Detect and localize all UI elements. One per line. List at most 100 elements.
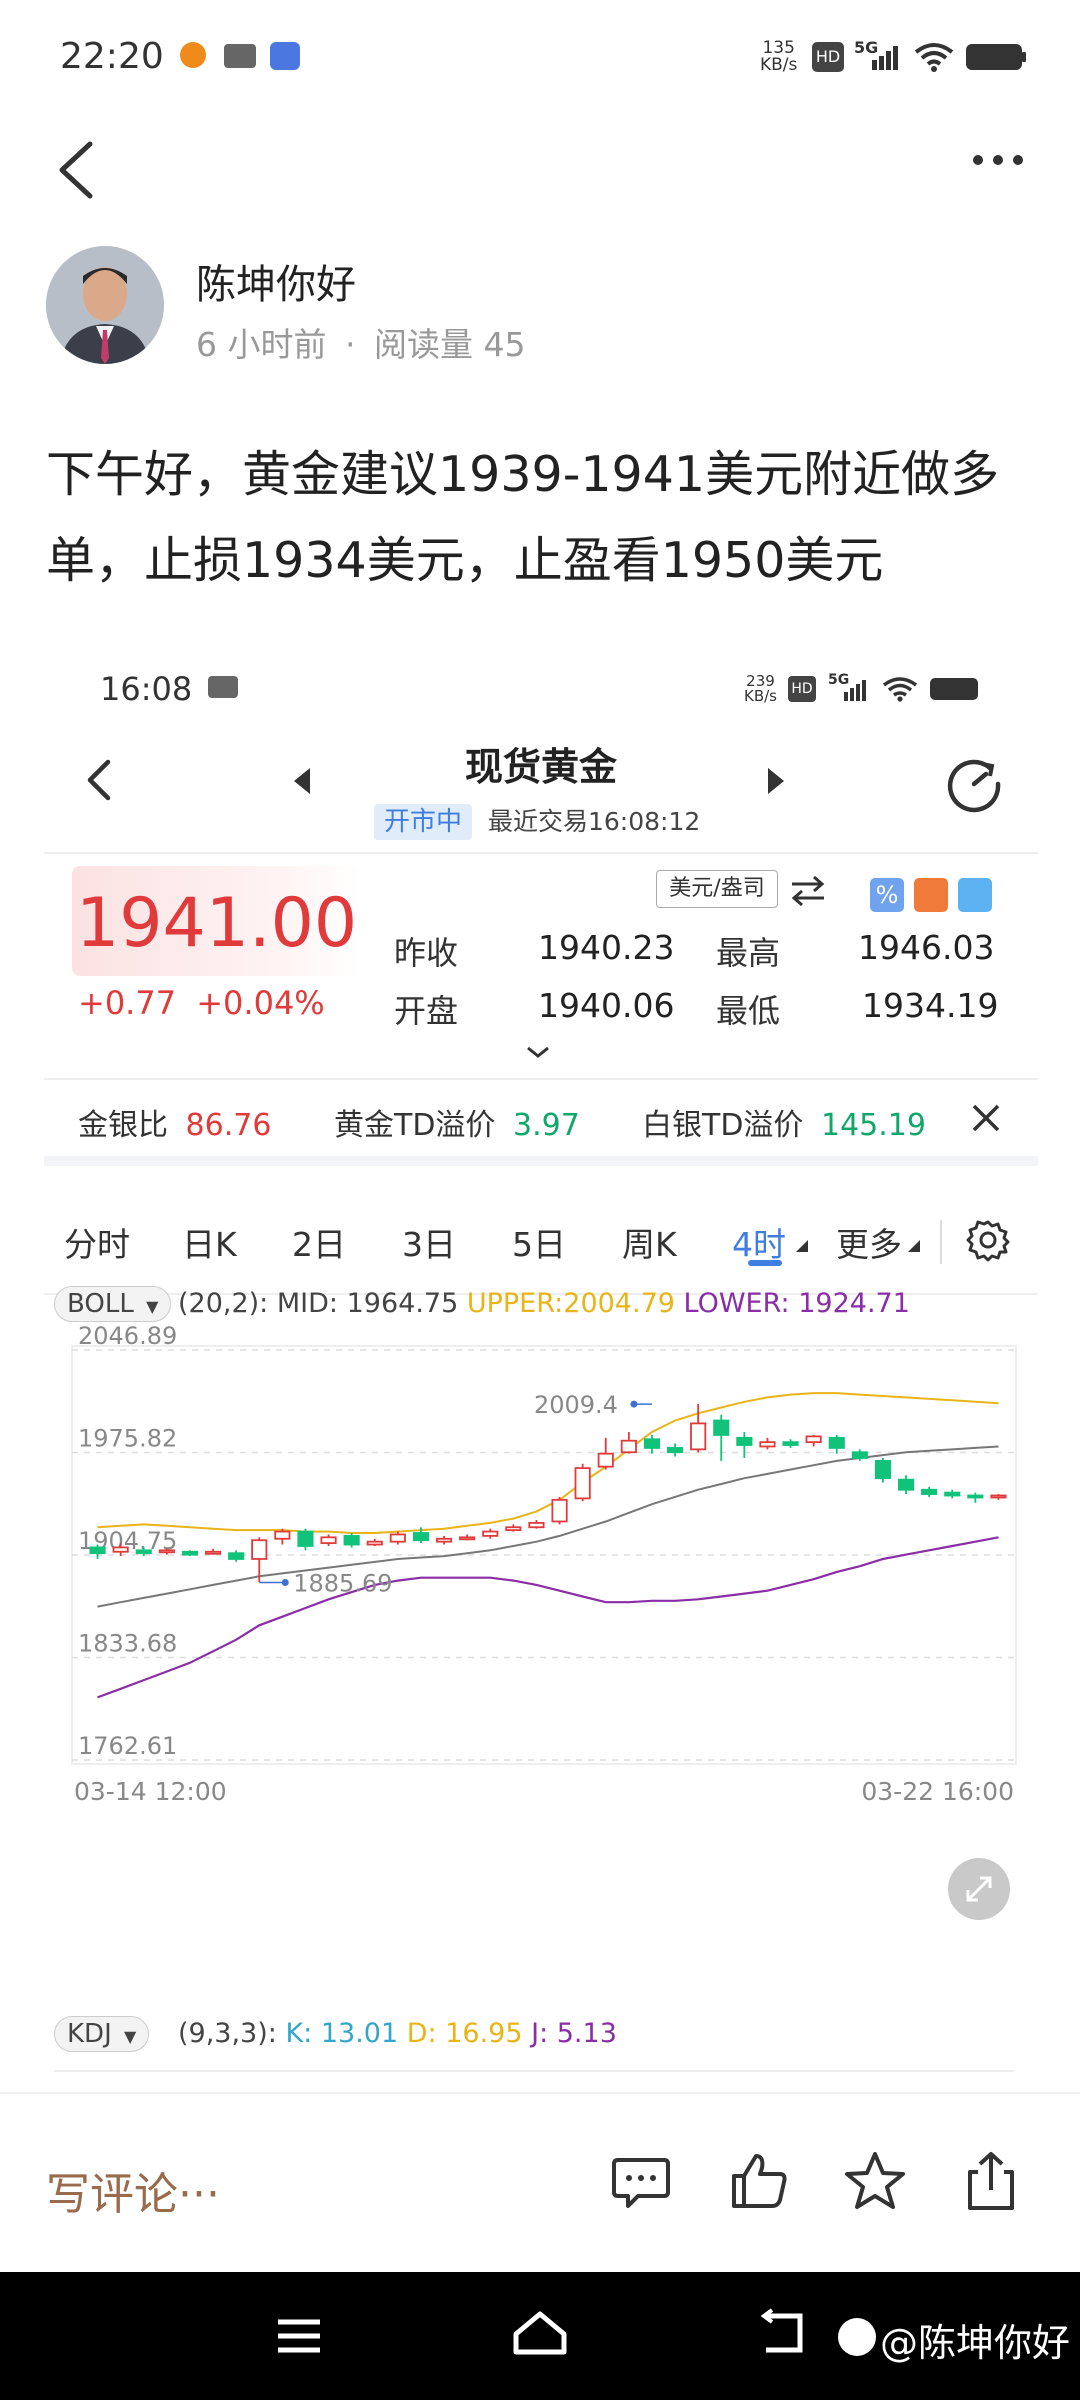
fullscreen-button[interactable] [948, 1858, 1010, 1920]
tab-4hour[interactable]: 4时 [732, 1218, 786, 1266]
candle-body [713, 1419, 730, 1436]
expand-stats-button[interactable] [524, 1044, 552, 1064]
boll-lower-line [97, 1536, 999, 1699]
candle-body [990, 1494, 1007, 1499]
close-icon [972, 1104, 1000, 1132]
candle-body [944, 1491, 961, 1497]
candle-body [135, 1549, 152, 1555]
swap-arrows-icon [791, 875, 825, 907]
refresh-button[interactable] [944, 754, 1004, 818]
close-premium-bar-button[interactable] [970, 1102, 1002, 1138]
post-time: 6 小时前 [196, 325, 327, 364]
tab-3day[interactable]: 3日 [402, 1218, 456, 1266]
candle-body [528, 1522, 545, 1529]
more-dot-icon [1013, 155, 1023, 165]
prev-close-label: 昨收 [394, 934, 459, 972]
tab-4hour-caret-icon [796, 1240, 808, 1252]
unit-toggle-button[interactable]: 美元/盎司 [656, 870, 778, 908]
chart-settings-button[interactable] [966, 1218, 1010, 1266]
silver-td-value: 145.19 [820, 1108, 926, 1143]
candle-body [643, 1438, 661, 1449]
instrument-title: 现货黄金 [464, 745, 617, 789]
wifi-icon [914, 42, 954, 76]
current-price: 1941.00 [76, 884, 358, 963]
back-button[interactable] [48, 130, 108, 210]
header-divider [44, 852, 1038, 854]
candle-body [736, 1436, 753, 1446]
tab-5day[interactable]: 5日 [512, 1218, 566, 1266]
boll-mid: MID: 1964.75 [276, 1288, 459, 1319]
candle-body [343, 1534, 360, 1546]
recent-apps-button[interactable] [274, 2316, 324, 2360]
boll-name: BOLL [67, 1289, 134, 1319]
share-button[interactable] [960, 2150, 1022, 2212]
candle-body [112, 1546, 129, 1553]
toutiao-notification-icon [224, 44, 256, 68]
favorite-button[interactable] [844, 2150, 906, 2212]
kdj-values: (9,3,3): K: 13.01 D: 16.95 J: 5.13 [178, 2018, 617, 2049]
percent-tool-icon[interactable]: % [870, 878, 904, 912]
home-button[interactable] [510, 2308, 570, 2362]
gold-silver-ratio: 金银比 86.76 [78, 1100, 271, 1144]
boll-params: (20,2): [178, 1288, 269, 1319]
high-label: 最高 [716, 934, 781, 972]
candlestick-chart[interactable]: 2046.891975.821904.751833.681762.612009.… [56, 1320, 1026, 1940]
inner-hd-icon: HD [788, 676, 816, 702]
hd-icon: HD [812, 42, 844, 72]
inner-wifi-icon [882, 676, 918, 706]
tab-2day[interactable]: 2日 [292, 1218, 346, 1266]
more-dot-icon [993, 155, 1003, 165]
meta-separator: · [345, 325, 356, 364]
pie-tool-icon[interactable] [958, 878, 992, 912]
boll-selector[interactable]: BOLL ▼ [54, 1286, 172, 1322]
author-name[interactable]: 陈坤你好 [196, 252, 356, 310]
more-options-button[interactable] [968, 150, 1038, 180]
candle-body [874, 1459, 892, 1480]
kdj-k: K: 13.01 [285, 2018, 399, 2049]
system-back-button[interactable] [752, 2308, 808, 2362]
tab-divider [940, 1220, 942, 1264]
like-button[interactable] [728, 2150, 790, 2212]
post-meta: 6 小时前 · 阅读量 45 [196, 318, 526, 366]
kdj-panel-top [54, 2070, 1014, 2072]
back-arrow-icon [59, 141, 93, 199]
battery-icon [966, 44, 1022, 70]
comments-button[interactable] [610, 2150, 672, 2212]
tab-daily[interactable]: 日K [182, 1218, 237, 1266]
inner-battery-icon [930, 678, 978, 700]
candle-body [574, 1467, 591, 1500]
boll-lower: LOWER: 1924.71 [683, 1288, 910, 1319]
kdj-selector[interactable]: KDJ ▼ [54, 2016, 150, 2052]
price-change: +0.77 +0.04% [78, 984, 325, 1022]
high-value: 1946.03 [858, 928, 995, 967]
tab-more-caret-icon [908, 1240, 920, 1252]
gold-td-value: 3.97 [512, 1108, 580, 1143]
alert-tool-icon[interactable] [914, 878, 948, 912]
candle-body [251, 1539, 268, 1560]
author-avatar[interactable] [46, 246, 164, 364]
post-image[interactable]: 16:08 239 KB/s HD 5G 现货黄金 开市中 最近交易16:08:… [44, 640, 1038, 2092]
change-percent: +0.04% [196, 984, 325, 1022]
tab-more[interactable]: 更多 [836, 1218, 902, 1266]
inner-toutiao-icon [208, 676, 238, 698]
tab-weekly[interactable]: 周K [622, 1218, 677, 1266]
candle-body [690, 1422, 707, 1451]
read-count: 45 [483, 325, 526, 364]
candle-body [320, 1536, 337, 1545]
tab-intraday[interactable]: 分时 [64, 1218, 130, 1266]
app-notification-icon [180, 42, 206, 68]
comment-input[interactable]: 写评论··· [46, 2158, 220, 2222]
watermark-logo-icon [838, 2318, 876, 2356]
y-tick-label: 1833.68 [78, 1630, 177, 1658]
candle-body [389, 1533, 406, 1543]
candle-body [759, 1441, 776, 1448]
candle-body [782, 1441, 799, 1446]
browser-notification-icon [270, 42, 300, 70]
last-trade-time: 最近交易16:08:12 [488, 807, 701, 836]
annotation-dot [281, 1578, 289, 1586]
candle-body [89, 1546, 106, 1555]
candle-body [851, 1451, 868, 1459]
swap-unit-button[interactable] [788, 874, 828, 910]
low-label: 最低 [716, 992, 781, 1030]
boll-values: (20,2): MID: 1964.75 UPPER:2004.79 LOWER… [178, 1288, 910, 1319]
